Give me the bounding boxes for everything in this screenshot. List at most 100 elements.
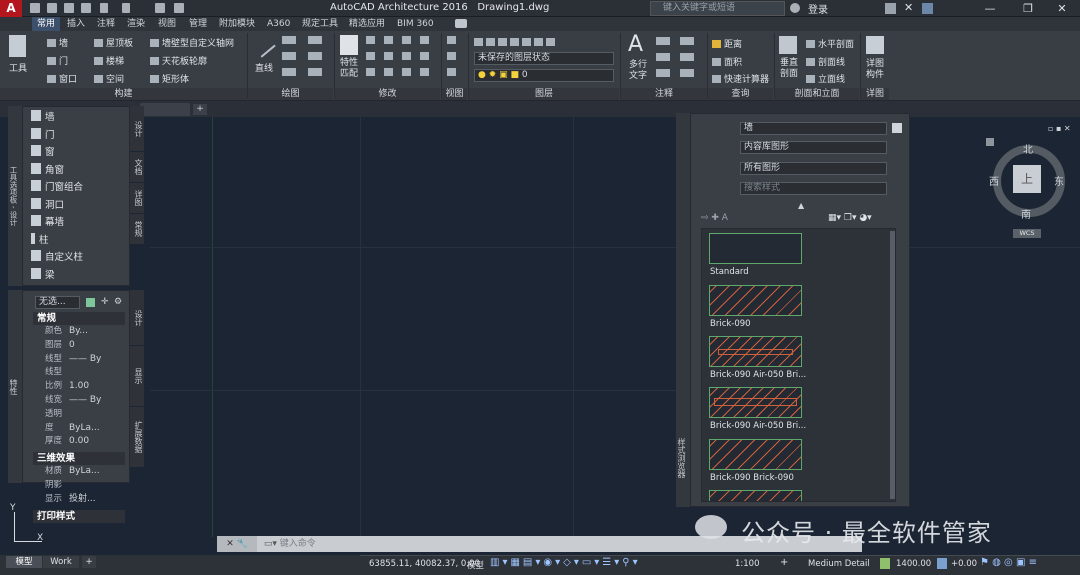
drafting-toggles[interactable]: ▥▾▦▤▾◉▾◇▾▭▾☰▾⚲▾ (490, 557, 730, 571)
app-logo[interactable]: A (0, 0, 22, 17)
prop-row[interactable]: 材质 ByLa... (33, 465, 125, 479)
close-button[interactable]: ✕ (1044, 0, 1080, 17)
trim-icon[interactable] (402, 36, 411, 44)
prop-row[interactable]: 图层 0 (33, 339, 125, 353)
view-tools[interactable] (447, 36, 467, 84)
section-panel-title[interactable]: 剖面和立面 (775, 88, 859, 100)
tool-window[interactable]: 窗 (23, 144, 129, 162)
plot-icon[interactable] (155, 3, 165, 13)
move-icon[interactable] (366, 36, 375, 44)
scale-icon[interactable] (384, 68, 393, 76)
style-label[interactable]: Brick-090 Brick-090 (710, 473, 794, 483)
command-line-icons[interactable]: ✕ 🔧 (217, 536, 257, 552)
tool-curtain-wall[interactable]: 幕墙 (23, 214, 129, 232)
navbar-toggle-icon[interactable] (447, 52, 456, 60)
tab-detail[interactable]: 详图 (130, 183, 144, 213)
ellipse-icon[interactable] (308, 52, 322, 60)
section-3d[interactable]: 三维效果 (33, 452, 125, 466)
object-type-dropdown[interactable]: 墙 (740, 122, 887, 135)
section-general[interactable]: 常规 (33, 312, 125, 325)
copy-icon[interactable] (366, 52, 375, 60)
inquiry-panel-title[interactable]: 查询 (708, 88, 773, 100)
compass-north[interactable]: 北 (1023, 141, 1033, 156)
swatch-brick-air-1[interactable] (709, 336, 802, 367)
erase-icon[interactable] (420, 36, 429, 44)
tab-insert[interactable]: 插入 (62, 17, 90, 31)
swatch-brick-air-2[interactable] (709, 387, 802, 418)
rectangle-icon[interactable] (282, 68, 296, 76)
model-space-toggle[interactable]: 模型 (467, 559, 484, 571)
tab-work[interactable]: Work (43, 556, 79, 568)
style-browser-handle[interactable]: 样式浏览器 (676, 113, 690, 507)
viewcube-top[interactable]: 上 (1013, 165, 1041, 193)
tool-wall[interactable]: 墙 (23, 107, 129, 127)
layer-state-dropdown[interactable]: 未保存的图层状态 (474, 52, 614, 65)
tab-render[interactable]: 渲染 (122, 17, 150, 31)
view-panel-title[interactable]: 视图 (442, 88, 467, 100)
mirror-icon[interactable] (384, 52, 393, 60)
prop-row[interactable]: 厚度 0.00 (33, 435, 125, 449)
tool-palette-handle[interactable]: 工具选项板 - 设计 (8, 106, 22, 286)
style-label[interactable]: Standard (710, 267, 749, 277)
dim-dropdown-icon[interactable] (680, 37, 694, 45)
workspace-icon[interactable] (174, 3, 184, 13)
tools-icon[interactable] (9, 35, 26, 57)
login-button[interactable]: 登录 (808, 1, 828, 16)
tab-addins[interactable]: 附加模块 (214, 17, 260, 31)
style-label[interactable]: Brick-090 Air-050 Bri... (710, 370, 806, 380)
keynote-icon[interactable] (680, 69, 694, 77)
ceiling-button[interactable]: 天花板轮廓 (150, 54, 207, 67)
pickadd-icon[interactable]: ⚙ (114, 297, 122, 307)
array-icon[interactable] (402, 68, 411, 76)
prop-row[interactable]: 颜色 By... (33, 325, 125, 339)
stretch-icon[interactable] (366, 68, 375, 76)
mtext-icon[interactable]: A (628, 34, 643, 56)
select-objects-icon[interactable]: ✛ (101, 297, 109, 307)
filter-dropdown[interactable]: 所有图形 (740, 162, 887, 175)
swatch-brick-090[interactable] (709, 285, 802, 316)
minimize-button[interactable]: — (972, 0, 1008, 17)
layer-tools-row[interactable] (474, 37, 614, 47)
help-icon[interactable] (892, 123, 902, 133)
tool-corner-window[interactable]: 角窗 (23, 162, 129, 180)
wcs-menu[interactable]: WCS (1013, 229, 1041, 238)
saveas-icon[interactable] (81, 3, 91, 13)
properties-handle[interactable]: 特性 (8, 290, 22, 483)
prop-row[interactable]: 线型比例 1.00 (33, 366, 125, 394)
offset-icon[interactable] (420, 68, 429, 76)
table-icon[interactable] (656, 69, 670, 77)
modify-tools-grid[interactable] (366, 36, 436, 84)
command-input[interactable]: 键入命令 (280, 539, 316, 549)
tab-design[interactable]: 设计 (130, 106, 144, 151)
compass-east[interactable]: 东 (1054, 173, 1064, 188)
tool-door-window-assembly[interactable]: 门窗组合 (23, 179, 129, 197)
tab-general[interactable]: 常规 (130, 214, 144, 244)
ribbon-toggle-icon[interactable] (455, 19, 467, 28)
area-button[interactable]: 面积 (712, 55, 742, 68)
detail-component-icon[interactable] (866, 36, 884, 54)
quickcalc-button[interactable]: 快速计算器 (712, 72, 769, 85)
tab-manage[interactable]: 管理 (184, 17, 212, 31)
horizontal-section-button[interactable]: 水平剖面 (806, 37, 854, 50)
tab-a360[interactable]: A360 (262, 17, 295, 31)
dimension-icon[interactable] (656, 37, 670, 45)
mtext-button[interactable]: 多行 文字 (629, 60, 647, 82)
elevation-line-button[interactable]: 立面线 (806, 72, 845, 85)
offset-value[interactable]: +0.00 (951, 559, 977, 569)
compass-south[interactable]: 南 (1021, 206, 1031, 221)
plus-icon[interactable]: + (780, 557, 788, 568)
help-icon[interactable] (922, 3, 933, 14)
detail-panel-title[interactable]: 详图 (861, 88, 889, 100)
viewport-controls[interactable]: ▫ ▪ ✕ (1048, 124, 1071, 133)
display-configuration[interactable]: Medium Detail (808, 559, 870, 569)
fillet-icon[interactable] (402, 52, 411, 60)
draw-panel-title[interactable]: 绘图 (248, 88, 333, 100)
match-properties-button[interactable]: 特性 匹配 (340, 58, 358, 80)
tool-custom-column[interactable]: 自定义柱 (23, 249, 129, 267)
coordinates-readout[interactable]: 63855.11, 40082.37, 0.00 (369, 559, 480, 569)
style-label[interactable]: Brick-090 (710, 319, 751, 329)
viewcube-toggle-icon[interactable] (447, 36, 456, 44)
style-list[interactable]: Standard Brick-090 Brick-090 Air-050 Bri… (701, 228, 896, 502)
modify-panel-title[interactable]: 修改 (335, 88, 440, 100)
draw-tools-grid[interactable] (282, 36, 332, 84)
